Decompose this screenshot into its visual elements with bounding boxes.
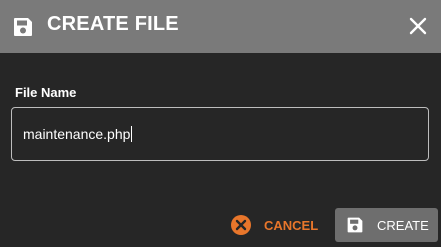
cancel-circle-icon xyxy=(230,214,252,236)
create-label: CREATE xyxy=(377,217,429,233)
create-button[interactable]: CREATE xyxy=(335,208,438,242)
dialog-titlebar: CREATE FILE xyxy=(0,0,441,53)
file-name-input[interactable]: maintenance.php xyxy=(11,107,429,161)
create-file-dialog: CREATE FILE File Name maintenance.php CA… xyxy=(0,0,441,247)
dialog-title: CREATE FILE xyxy=(47,13,179,35)
file-name-value: maintenance.php xyxy=(23,126,133,142)
floppy-disk-icon xyxy=(346,216,364,234)
cancel-label: CANCEL xyxy=(264,217,319,233)
floppy-disk-icon xyxy=(12,16,34,38)
close-icon[interactable] xyxy=(407,15,429,37)
cancel-button[interactable]: CANCEL xyxy=(226,208,326,242)
file-name-label: File Name xyxy=(15,85,77,100)
text-caret xyxy=(131,126,133,142)
